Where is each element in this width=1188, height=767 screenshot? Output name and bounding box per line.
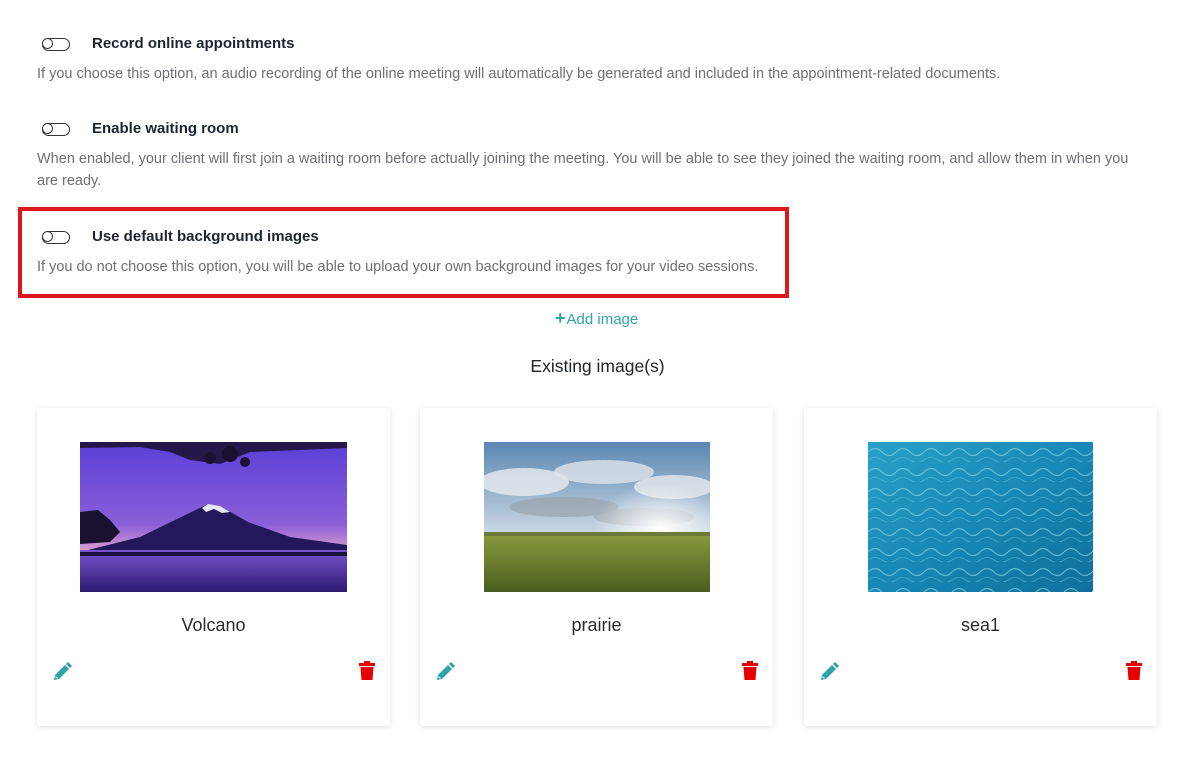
setting-title: Use default background images — [92, 228, 319, 245]
pencil-icon — [437, 662, 455, 680]
image-card-sea1: sea1 — [804, 408, 1157, 726]
image-card-volcano: Volcano — [37, 408, 390, 726]
image-name: sea1 — [960, 615, 1001, 635]
edit-image-button[interactable] — [434, 661, 456, 688]
toggle-knob — [41, 230, 53, 242]
prairie-thumbnail — [484, 442, 710, 592]
setting-title: Enable waiting room — [92, 120, 239, 137]
setting-description: When enabled, your client will first joi… — [37, 151, 1129, 189]
delete-image-button[interactable] — [741, 661, 759, 686]
image-name: Volcano — [181, 615, 246, 635]
highlight-box — [18, 207, 789, 298]
setting-title: Record online appointments — [92, 35, 295, 52]
add-image-label: Add image — [566, 311, 639, 328]
pencil-icon — [821, 662, 839, 680]
edit-image-button[interactable] — [818, 661, 840, 688]
edit-image-button[interactable] — [51, 661, 73, 688]
waiting-room-toggle[interactable] — [41, 122, 70, 136]
delete-image-button[interactable] — [358, 661, 376, 686]
default-backgrounds-toggle[interactable] — [41, 230, 70, 244]
sea-thumbnail — [868, 442, 1093, 592]
existing-images-heading: Existing image(s) — [530, 356, 665, 376]
image-name: prairie — [571, 615, 622, 635]
delete-image-button[interactable] — [1125, 661, 1143, 686]
trash-icon — [742, 661, 758, 680]
setting-description: If you choose this option, an audio reco… — [37, 66, 1001, 82]
setting-description: If you do not choose this option, you wi… — [37, 259, 759, 275]
add-image-link[interactable]: +Add image — [555, 308, 638, 329]
volcano-thumbnail — [80, 442, 347, 592]
image-card-prairie: prairie — [420, 408, 773, 726]
toggle-knob — [41, 37, 53, 49]
pencil-icon — [54, 662, 72, 680]
record-appointments-toggle[interactable] — [41, 37, 70, 51]
plus-icon: + — [555, 308, 566, 328]
trash-icon — [359, 661, 375, 680]
toggle-knob — [41, 122, 53, 134]
trash-icon — [1126, 661, 1142, 680]
